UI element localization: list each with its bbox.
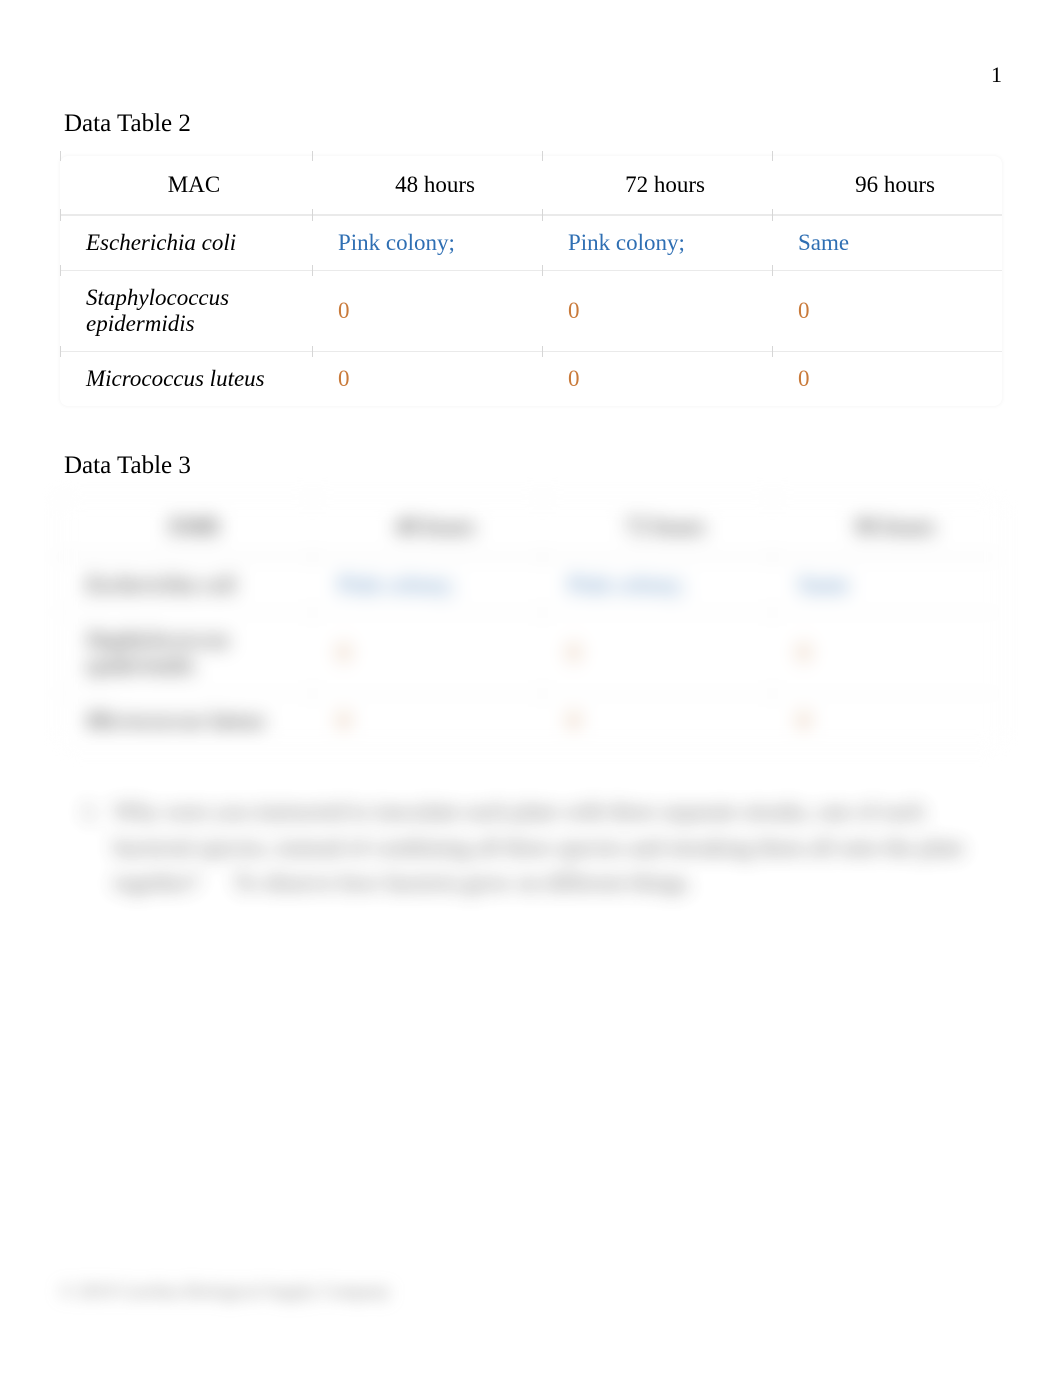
row-cell: Pink colony;	[542, 215, 772, 270]
table2-title: Data Table 2	[64, 110, 1002, 138]
table3-header-row: EMB 48 hours 72 hours 96 hours	[60, 498, 1002, 557]
table3-header-0: EMB	[60, 498, 312, 557]
table3-header-3: 96 hours	[772, 498, 1002, 557]
table-row: Staphylococcus epidermidis 0 0 0	[60, 270, 1002, 351]
table2-wrapper: MAC 48 hours 72 hours 96 hours Escherich…	[60, 156, 1002, 406]
question-text: Why were you instructed to inoculate eac…	[114, 799, 964, 895]
question-body: Why were you instructed to inoculate eac…	[114, 794, 984, 901]
row-species-name: Staphylococcus epidermidis	[60, 612, 312, 693]
row-species-name: Escherichia coli	[60, 215, 312, 270]
footer-copyright: © 2019 Carolina Biological Supply Compan…	[60, 1281, 390, 1302]
table3: EMB 48 hours 72 hours 96 hours Escherich…	[60, 498, 1002, 748]
table-row: Escherichia coli Pink colony; Pink colon…	[60, 557, 1002, 612]
row-species-name: Micrococcus luteus	[60, 351, 312, 406]
row-cell: Pink colony;	[312, 215, 542, 270]
row-cell: 0	[772, 351, 1002, 406]
question-1: 1. Why were you instructed to inoculate …	[82, 794, 998, 901]
row-cell: 0	[772, 612, 1002, 693]
row-cell: 0	[312, 612, 542, 693]
row-cell: 0	[542, 693, 772, 748]
table-row: Micrococcus luteus 0 0 0	[60, 351, 1002, 406]
row-species-name: Staphylococcus epidermidis	[60, 270, 312, 351]
table-row: Escherichia coli Pink colony; Pink colon…	[60, 215, 1002, 270]
page-number: 1	[991, 62, 1002, 88]
table-row: Staphylococcus epidermidis 0 0 0	[60, 612, 1002, 693]
row-species-name: Micrococcus luteus	[60, 693, 312, 748]
table3-section: Data Table 3 EMB 48 hours 72 hours 96 ho…	[60, 452, 1002, 901]
table-row: Micrococcus luteus 0 0 0	[60, 693, 1002, 748]
table3-header-1: 48 hours	[312, 498, 542, 557]
table2-header-0: MAC	[60, 156, 312, 215]
row-cell: Pink colony;	[312, 557, 542, 612]
row-cell: 0	[312, 270, 542, 351]
table2-header-row: MAC 48 hours 72 hours 96 hours	[60, 156, 1002, 215]
page-content: Data Table 2 MAC 48 hours 72 hours 96 ho…	[0, 0, 1062, 901]
row-cell: 0	[312, 351, 542, 406]
row-cell: Same	[772, 557, 1002, 612]
table3-header-2: 72 hours	[542, 498, 772, 557]
table2-header-3: 96 hours	[772, 156, 1002, 215]
row-species-name: Escherichia coli	[60, 557, 312, 612]
table2-header-2: 72 hours	[542, 156, 772, 215]
row-cell: 0	[312, 693, 542, 748]
table2-header-1: 48 hours	[312, 156, 542, 215]
question-number: 1.	[82, 794, 108, 830]
row-cell: 0	[542, 612, 772, 693]
table2: MAC 48 hours 72 hours 96 hours Escherich…	[60, 156, 1002, 406]
table3-title: Data Table 3	[64, 452, 1002, 480]
question-answer: To observe how bacteria grow on differen…	[233, 870, 692, 895]
row-cell: 0	[542, 351, 772, 406]
row-cell: Pink colony;	[542, 557, 772, 612]
row-cell: 0	[772, 270, 1002, 351]
row-cell: 0	[542, 270, 772, 351]
row-cell: 0	[772, 693, 1002, 748]
row-cell: Same	[772, 215, 1002, 270]
table3-wrapper: EMB 48 hours 72 hours 96 hours Escherich…	[60, 498, 1002, 748]
